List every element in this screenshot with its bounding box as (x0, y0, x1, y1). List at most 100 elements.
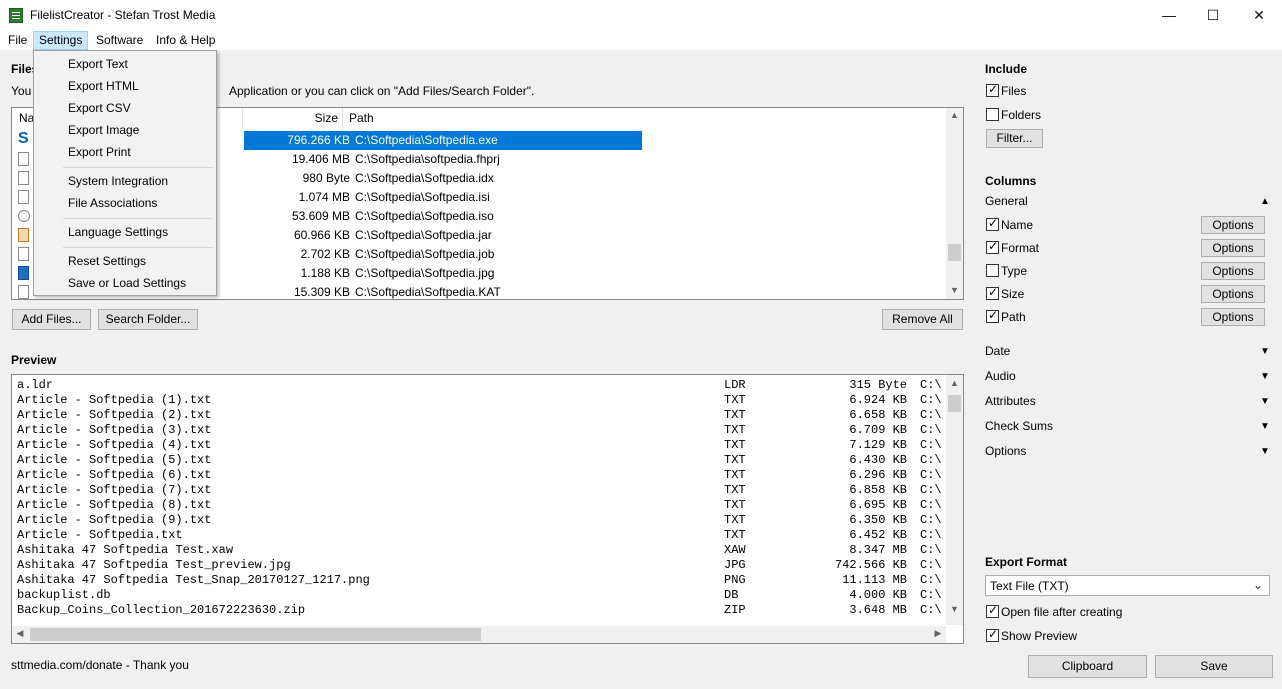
preview-path: C:\ (920, 438, 942, 452)
preview-size: 6.296 KB (849, 468, 907, 482)
check-sums-group-label[interactable]: Check Sums (985, 419, 1053, 433)
column-header-path[interactable]: Path (349, 108, 374, 128)
column-size-checkbox[interactable] (986, 285, 999, 300)
menu-save-load-settings[interactable]: Save or Load Settings (68, 276, 186, 290)
preview-name: Article - Softpedia (4).txt (17, 438, 212, 452)
size-options-button[interactable]: Options (1201, 285, 1265, 303)
preview-name: Backup_Coins_Collection_201672223630.zip (17, 603, 306, 617)
scroll-down-icon[interactable]: ▼ (946, 285, 963, 295)
menu-reset-settings[interactable]: Reset Settings (68, 254, 146, 268)
audio-group-label[interactable]: Audio (985, 369, 1016, 383)
include-folders-checkbox[interactable] (986, 108, 999, 121)
options-group-label[interactable]: Options (985, 444, 1026, 458)
preview-path: C:\ (920, 573, 942, 587)
remove-all-button[interactable]: Remove All (882, 309, 963, 330)
menu-separator (63, 218, 213, 219)
menu-language-settings[interactable]: Language Settings (68, 225, 168, 239)
scrollbar-thumb[interactable] (948, 395, 961, 412)
file-icon (18, 190, 29, 204)
preview-size: 742.566 KB (834, 558, 907, 572)
preview-name: Article - Softpedia (1).txt (17, 393, 212, 407)
scrollbar-thumb[interactable] (948, 244, 961, 261)
file-icon (18, 247, 29, 261)
menu-info-help[interactable]: Info & Help (151, 31, 220, 50)
filter-button[interactable]: Filter... (986, 129, 1043, 148)
search-folder-button[interactable]: Search Folder... (98, 309, 198, 330)
file-path: C:\Softpedia\softpedia.fhprj (355, 152, 500, 166)
menu-export-print[interactable]: Export Print (68, 145, 131, 159)
preview-row: Article - Softpedia (3).txt TXT 6.709 KB C:… (17, 423, 945, 438)
preview-path: C:\ (920, 393, 942, 407)
scroll-left-icon[interactable]: ◀ (14, 628, 26, 639)
close-icon[interactable]: ✕ (1236, 0, 1282, 31)
preview-size: 6.658 KB (849, 408, 907, 422)
expand-down-icon[interactable]: ▼ (1260, 446, 1270, 457)
add-files-button[interactable]: Add Files... (12, 309, 91, 330)
type-options-button[interactable]: Options (1201, 262, 1265, 280)
general-group-label[interactable]: General (985, 194, 1028, 208)
scroll-down-icon[interactable]: ▼ (946, 604, 963, 614)
name-options-button[interactable]: Options (1201, 216, 1265, 234)
save-button[interactable]: Save (1155, 655, 1273, 678)
menu-system-integration[interactable]: System Integration (68, 174, 168, 188)
preview-size: 6.695 KB (849, 498, 907, 512)
preview-size: 6.350 KB (849, 513, 907, 527)
file-path: C:\Softpedia\Softpedia.isi (355, 190, 490, 204)
column-header-size[interactable]: Size (243, 108, 338, 128)
minimize-icon[interactable]: — (1146, 0, 1192, 31)
attributes-group-label[interactable]: Attributes (985, 394, 1036, 408)
collapse-up-icon[interactable]: ▲ (1260, 196, 1270, 207)
column-name-checkbox[interactable] (986, 216, 999, 231)
menu-file[interactable]: File (3, 31, 32, 50)
menu-export-text[interactable]: Export Text (68, 57, 128, 71)
preview-size: 6.452 KB (849, 528, 907, 542)
menu-settings[interactable]: Settings (33, 31, 89, 50)
export-format-select[interactable]: Text File (TXT) ⌄ (985, 575, 1270, 596)
preview-ext: XAW (724, 543, 746, 557)
date-group-label[interactable]: Date (985, 344, 1010, 358)
menu-file-associations[interactable]: File Associations (68, 196, 157, 210)
preview-name: Ashitaka 47 Softpedia Test_preview.jpg (17, 558, 291, 572)
menu-export-csv[interactable]: Export CSV (68, 101, 131, 115)
disc-image-icon (18, 210, 30, 222)
scroll-up-icon[interactable]: ▲ (946, 378, 963, 388)
files-hint-prefix: You (11, 84, 32, 98)
file-list-scrollbar[interactable] (946, 108, 963, 299)
column-path-checkbox[interactable] (986, 308, 999, 323)
file-size: 19.406 MB (291, 152, 350, 166)
status-text[interactable]: sttmedia.com/donate - Thank you (11, 658, 189, 672)
expand-down-icon[interactable]: ▼ (1260, 421, 1270, 432)
menu-export-html[interactable]: Export HTML (68, 79, 139, 93)
scroll-up-icon[interactable]: ▲ (946, 110, 963, 120)
hscrollbar-thumb[interactable] (30, 628, 481, 641)
file-size: 60.966 KB (293, 228, 350, 242)
menu-software[interactable]: Software (91, 31, 148, 50)
menu-export-image[interactable]: Export Image (68, 123, 139, 137)
include-files-checkbox[interactable] (986, 82, 999, 97)
column-separator[interactable] (342, 108, 343, 128)
show-preview-checkbox[interactable] (986, 627, 999, 642)
maximize-icon[interactable]: ☐ (1190, 0, 1236, 31)
format-options-button[interactable]: Options (1201, 239, 1265, 257)
expand-down-icon[interactable]: ▼ (1260, 371, 1270, 382)
expand-down-icon[interactable]: ▼ (1260, 396, 1270, 407)
preview-path: C:\ (920, 378, 942, 392)
open-after-checkbox[interactable] (986, 603, 999, 618)
preview-row: Article - Softpedia (7).txt TXT 6.858 KB C:… (17, 483, 945, 498)
file-path: C:\Softpedia\Softpedia.jar (355, 228, 492, 242)
preview-size: 6.709 KB (849, 423, 907, 437)
preview-name: Article - Softpedia (6).txt (17, 468, 212, 482)
preview-name: Ashitaka 47 Softpedia Test.xaw (17, 543, 234, 557)
path-options-button[interactable]: Options (1201, 308, 1265, 326)
image-file-icon (18, 266, 29, 280)
scroll-right-icon[interactable]: ▶ (932, 628, 944, 639)
column-format-checkbox[interactable] (986, 239, 999, 254)
preview-ext: TXT (724, 423, 746, 437)
clipboard-button[interactable]: Clipboard (1028, 655, 1147, 678)
expand-down-icon[interactable]: ▼ (1260, 346, 1270, 357)
file-size: 53.609 MB (291, 209, 350, 223)
preview-vscrollbar[interactable] (946, 375, 963, 625)
preview-name: Article - Softpedia (8).txt (17, 498, 212, 512)
column-type-checkbox[interactable] (986, 264, 999, 277)
preview-path: C:\ (920, 408, 942, 422)
